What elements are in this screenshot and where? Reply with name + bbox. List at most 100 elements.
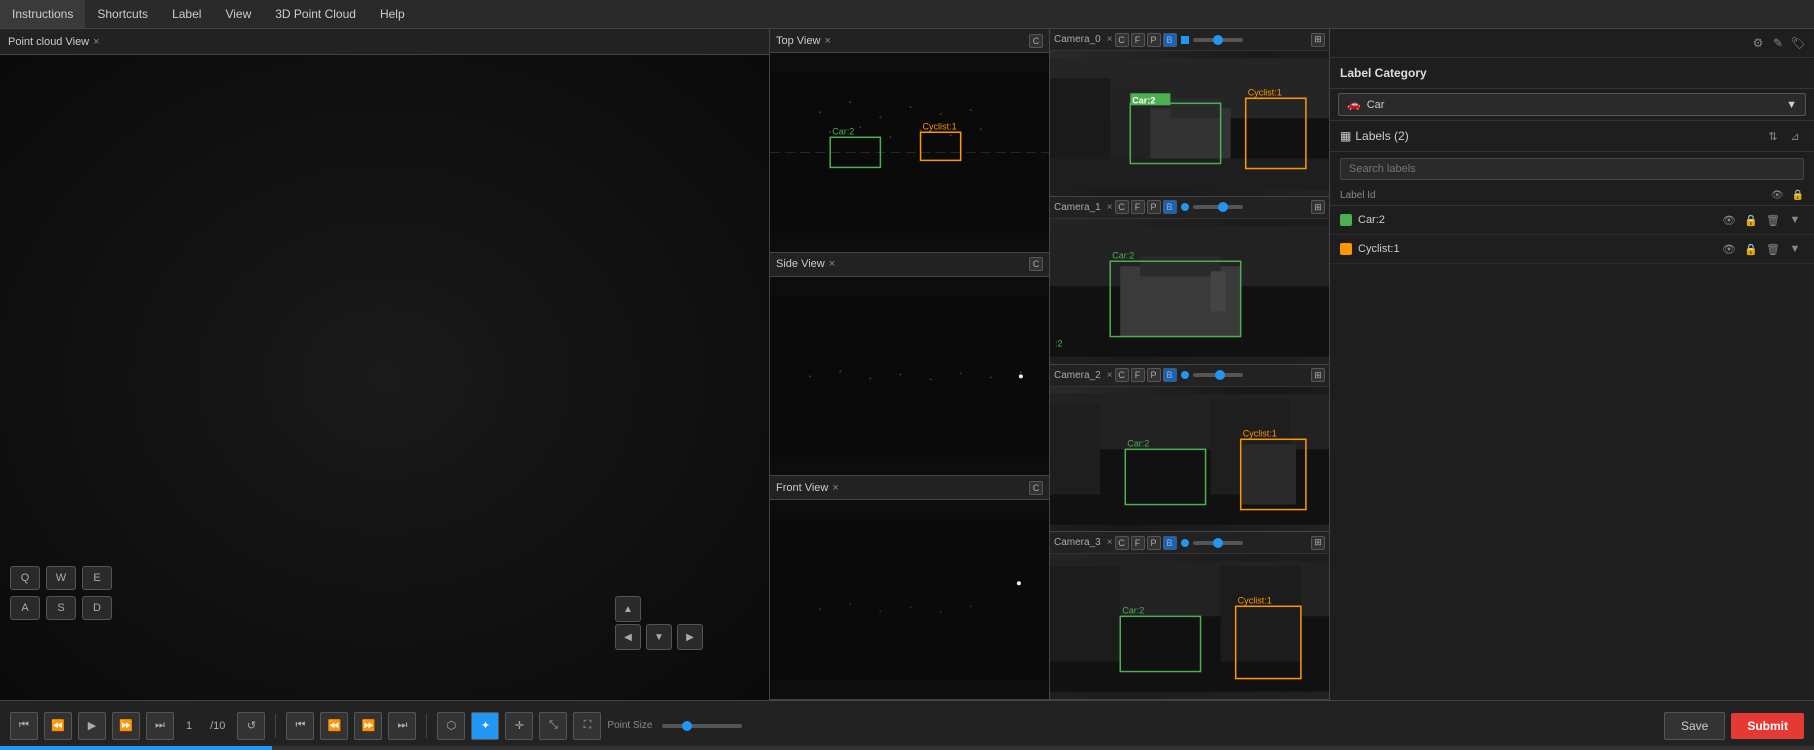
camera-3-maximize[interactable]: ⊞ xyxy=(1311,536,1325,550)
tag-icon[interactable]: 🏷 xyxy=(1788,33,1808,53)
next-btn[interactable]: ⏩ xyxy=(112,712,140,740)
step-prev-btn[interactable]: ⏪ xyxy=(320,712,348,740)
cyclist-lock-icon[interactable]: 🔒 xyxy=(1742,240,1760,258)
cyclist-color-dot xyxy=(1340,243,1352,255)
camera-3-c-btn[interactable]: C xyxy=(1115,536,1129,550)
nav-arrows: ▲ xyxy=(615,596,641,622)
cube-tool[interactable]: ⬡ xyxy=(437,712,465,740)
submit-button[interactable]: Submit xyxy=(1731,713,1804,739)
car-lock-icon[interactable]: 🔒 xyxy=(1742,211,1760,229)
save-button[interactable]: Save xyxy=(1664,712,1725,740)
next-next-btn[interactable]: ⏭ xyxy=(388,712,416,740)
camera-0-maximize[interactable]: ⊞ xyxy=(1311,33,1325,47)
move-tool[interactable]: ✛ xyxy=(505,712,533,740)
point-size-slider[interactable] xyxy=(662,724,742,728)
car-delete-icon[interactable]: 🗑 xyxy=(1764,211,1782,229)
front-view-close[interactable]: × xyxy=(832,482,838,494)
menu-help[interactable]: Help xyxy=(368,0,417,28)
menu-view[interactable]: View xyxy=(213,0,263,28)
camera-2-close[interactable]: × xyxy=(1107,370,1113,381)
prev-prev-btn[interactable]: ⏮ xyxy=(286,712,314,740)
search-labels-input[interactable] xyxy=(1340,158,1804,180)
pointcloud-close[interactable]: × xyxy=(93,36,99,48)
side-view-svg xyxy=(770,277,1049,476)
camera-2-p-btn[interactable]: P xyxy=(1147,368,1161,382)
refresh-btn[interactable]: ↺ xyxy=(237,712,265,740)
camera-0-b-btn[interactable]: B xyxy=(1163,33,1177,47)
kbd-q: Q xyxy=(10,566,40,590)
play-btn[interactable]: ▶ xyxy=(78,712,106,740)
front-view-c-btn[interactable]: C xyxy=(1029,481,1043,495)
skip-end-btn[interactable]: ⏭ xyxy=(146,712,174,740)
nav-arrows-row2: ◀ ▼ ▶ xyxy=(615,624,703,650)
arrow-left[interactable]: ◀ xyxy=(615,624,641,650)
camera-2-f-btn[interactable]: F xyxy=(1131,368,1145,382)
top-view-close[interactable]: × xyxy=(824,35,830,47)
menu-3dpointcloud[interactable]: 3D Point Cloud xyxy=(263,0,368,28)
menu-instructions[interactable]: Instructions xyxy=(0,0,85,28)
camera-0-svg: Car:2 Cyclist:1 xyxy=(1050,51,1329,196)
arrow-up[interactable]: ▲ xyxy=(615,596,641,622)
camera-0-c-btn[interactable]: C xyxy=(1115,33,1129,47)
active-tool[interactable]: ✦ xyxy=(471,712,499,740)
pointcloud-title: Point cloud View xyxy=(8,36,89,48)
camera-1-f-btn[interactable]: F xyxy=(1131,200,1145,214)
camera-1-b-btn[interactable]: B xyxy=(1163,200,1177,214)
svg-text:Cyclist:1: Cyclist:1 xyxy=(1248,87,1282,97)
camera-0-f-btn[interactable]: F xyxy=(1131,33,1145,47)
camera-1-svg: Car:2 :2 xyxy=(1050,219,1329,364)
top-view-c-btn[interactable]: C xyxy=(1029,34,1043,48)
camera-panel: Camera_0 × C F P B ⊞ xyxy=(1050,29,1330,700)
cyclist-expand-icon[interactable]: ▼ xyxy=(1786,240,1804,258)
fullscreen-tool[interactable]: ⛶ xyxy=(573,712,601,740)
step-next-btn[interactable]: ⏩ xyxy=(354,712,382,740)
camera-1-p-btn[interactable]: P xyxy=(1147,200,1161,214)
camera-1-c-btn[interactable]: C xyxy=(1115,200,1129,214)
cyclist-hide-icon[interactable]: 👁 xyxy=(1720,240,1738,258)
svg-text::2: :2 xyxy=(1055,338,1063,348)
menu-label[interactable]: Label xyxy=(160,0,213,28)
camera-3-p-btn[interactable]: P xyxy=(1147,536,1161,550)
camera-2-b-btn[interactable]: B xyxy=(1163,368,1177,382)
frame-total: /10 xyxy=(210,720,225,732)
camera-3-f-btn[interactable]: F xyxy=(1131,536,1145,550)
camera-2-maximize[interactable]: ⊞ xyxy=(1311,368,1325,382)
labels-actions: ⇅ ⊿ xyxy=(1764,127,1804,145)
arrow-right[interactable]: ▶ xyxy=(677,624,703,650)
camera-3-b-btn[interactable]: B xyxy=(1163,536,1177,550)
camera-1-maximize[interactable]: ⊞ xyxy=(1311,200,1325,214)
car-hide-icon[interactable]: 👁 xyxy=(1720,211,1738,229)
edit-icon[interactable]: ✎ xyxy=(1768,33,1788,53)
car-expand-icon[interactable]: ▼ xyxy=(1786,211,1804,229)
top-view-content[interactable]: Car:2 Cyclist:1 xyxy=(770,53,1049,252)
separator-1 xyxy=(275,714,276,738)
pointcloud-titlebar: Point cloud View × xyxy=(0,29,769,55)
arrow-down[interactable]: ▼ xyxy=(646,624,672,650)
labels-section-header: ▦ Labels (2) ⇅ ⊿ xyxy=(1330,121,1814,152)
filter-sort-icon[interactable]: ⇅ xyxy=(1764,127,1782,145)
camera-3-close[interactable]: × xyxy=(1107,537,1113,548)
top-view-title: Top View xyxy=(776,35,820,47)
svg-text:Car:2: Car:2 xyxy=(1122,606,1144,616)
menu-shortcuts[interactable]: Shortcuts xyxy=(85,0,160,28)
cyclist-delete-icon[interactable]: 🗑 xyxy=(1764,240,1782,258)
camera-3-title: Camera_3 xyxy=(1054,537,1101,548)
camera-2-view: Camera_2 × C F P B ⊞ xyxy=(1050,365,1329,533)
filter-icon[interactable]: ⊿ xyxy=(1786,127,1804,145)
skip-start-btn[interactable]: ⏮ xyxy=(10,712,38,740)
side-view-content[interactable] xyxy=(770,277,1049,476)
category-dropdown[interactable]: 🚗 Car ▼ xyxy=(1338,93,1806,116)
camera-1-close[interactable]: × xyxy=(1107,202,1113,213)
camera-0-close[interactable]: × xyxy=(1107,34,1113,45)
pointcloud-canvas[interactable]: Car:2 Q W E A S D xyxy=(0,55,769,700)
camera-1-image: Car:2 :2 xyxy=(1050,219,1329,364)
camera-2-c-btn[interactable]: C xyxy=(1115,368,1129,382)
settings-icon[interactable]: ⚙ xyxy=(1748,33,1768,53)
side-view-close[interactable]: × xyxy=(829,258,835,270)
prev-btn[interactable]: ⏪ xyxy=(44,712,72,740)
kbd-s: S xyxy=(46,596,76,620)
camera-0-p-btn[interactable]: P xyxy=(1147,33,1161,47)
side-view-c-btn[interactable]: C xyxy=(1029,257,1043,271)
front-view-content[interactable] xyxy=(770,500,1049,699)
resize-tool[interactable]: ⤡ xyxy=(539,712,567,740)
